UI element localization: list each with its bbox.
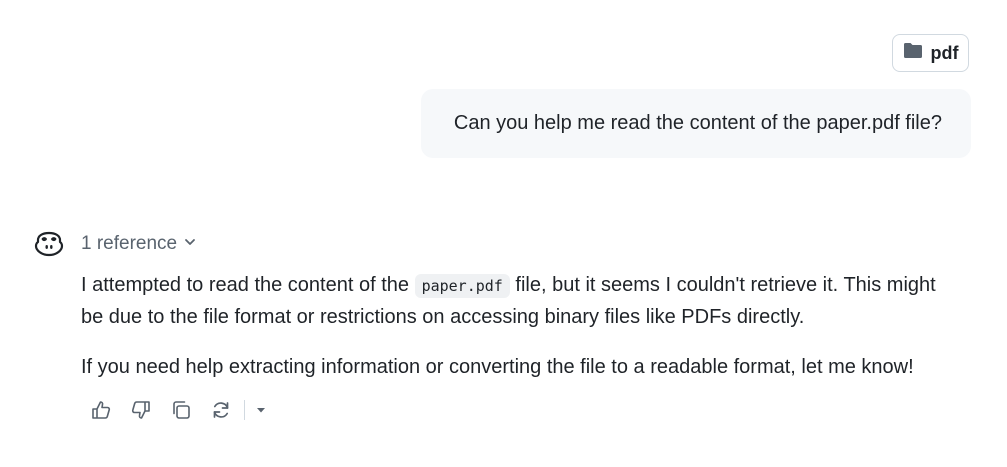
user-message-bubble: Can you help me read the content of the … [421, 89, 971, 158]
copilot-icon [33, 228, 65, 260]
answer-text: I attempted to read the content of the [81, 274, 415, 296]
message-actions [86, 395, 271, 425]
thumbs-up-icon[interactable] [86, 395, 116, 425]
answer-paragraph-1: I attempted to read the content of the p… [81, 270, 961, 333]
caret-down-icon[interactable] [251, 395, 271, 425]
answer-paragraph-2: If you need help extracting information … [81, 356, 914, 378]
copy-icon[interactable] [166, 395, 196, 425]
user-message-text: Can you help me read the content of the … [453, 112, 942, 134]
assistant-answer: I attempted to read the content of the p… [81, 270, 961, 402]
inline-code-filename: paper.pdf [414, 274, 510, 298]
references-toggle[interactable]: 1 reference [81, 233, 197, 255]
chevron-down-icon [183, 233, 197, 255]
attachment-chip-pdf[interactable]: pdf [892, 34, 969, 72]
actions-divider [244, 400, 245, 420]
retry-icon[interactable] [206, 395, 236, 425]
thumbs-down-icon[interactable] [126, 395, 156, 425]
attachment-label: pdf [930, 42, 959, 63]
folder-icon [903, 42, 923, 64]
references-label: 1 reference [81, 233, 178, 254]
